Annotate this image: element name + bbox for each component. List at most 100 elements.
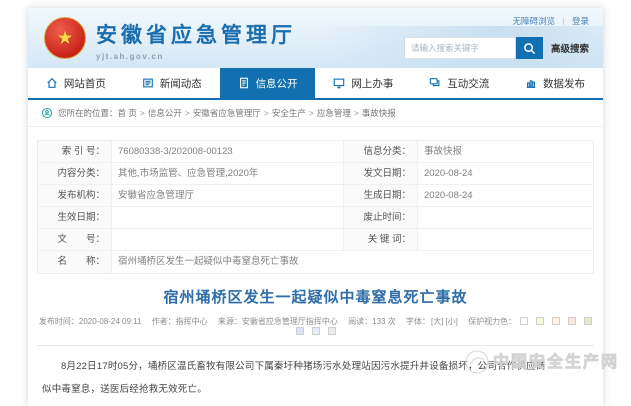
font-smaller-button[interactable]: [小]: [445, 317, 457, 326]
nav-label: 网站首页: [64, 76, 106, 91]
breadcrumb-separator: >: [185, 108, 190, 118]
breadcrumb-separator: >: [140, 108, 145, 118]
content-category-label: 内容分类：: [38, 163, 112, 185]
search-bar: 高级搜索: [404, 37, 589, 59]
table-row: 文 号： 关 键 词：: [38, 229, 593, 251]
nav-item-interaction[interactable]: 互动交流: [411, 68, 507, 98]
publisher-value: 安徽省应急管理厅: [112, 185, 344, 207]
link-separator: |: [562, 16, 564, 26]
nav-label: 数据发布: [543, 76, 585, 91]
breadcrumb-accident-report[interactable]: 事故快报: [362, 107, 396, 119]
home-icon: [46, 77, 58, 89]
content-category-value: 其他,市场监管、应急管理,2020年: [112, 163, 344, 185]
effective-date-value: [112, 207, 344, 229]
expiry-date-label: 废止时间：: [344, 207, 418, 229]
nav-item-info-disclosure[interactable]: 信息公开: [220, 68, 316, 98]
table-row: 生效日期： 废止时间：: [38, 207, 593, 229]
main-nav: 网站首页 新闻动态 信息公开 网上办事 互动交流 数据发布: [28, 68, 603, 100]
eye-color-swatch[interactable]: [552, 317, 560, 325]
nav-label: 互动交流: [447, 76, 489, 91]
body-line-2: 似中毒窒息，送医后经抢救无效死亡。: [42, 378, 589, 401]
interaction-icon: [429, 77, 441, 89]
eye-color-swatch[interactable]: [584, 317, 592, 325]
breadcrumb-info-disclosure[interactable]: 信息公开: [148, 107, 182, 119]
location-icon: [41, 107, 53, 119]
effective-date-label: 生效日期：: [38, 207, 112, 229]
publish-time: 发布时间：2020-08-24 09:11: [39, 317, 142, 326]
breadcrumb-department[interactable]: 安徽省应急管理厅: [193, 107, 261, 119]
breadcrumb-separator: >: [264, 108, 269, 118]
data-release-icon: [525, 77, 537, 89]
generated-date-value: 2020-08-24: [418, 185, 593, 207]
login-link[interactable]: 登录: [572, 16, 589, 26]
info-category-value: 事故快报: [418, 141, 593, 163]
keywords-value: [418, 229, 593, 251]
source: 来源：安徽省应急管理厅指挥中心: [218, 317, 338, 326]
breadcrumb: 您所在的位置： 首 页 > 信息公开 > 安徽省应急管理厅 > 安全生产 > 应…: [28, 100, 603, 127]
document-meta-table: 索 引 号： 76080338-3/202008-00123 信息分类： 事故快…: [37, 140, 594, 274]
eye-color-swatch[interactable]: [328, 327, 336, 335]
advanced-search-link[interactable]: 高级搜索: [551, 41, 589, 55]
nav-label: 网上办事: [351, 76, 393, 91]
table-row: 名 称： 宿州埇桥区发生一起疑似中毒窒息死亡事故: [38, 251, 593, 273]
article-divider: [37, 345, 594, 346]
search-input[interactable]: [404, 37, 516, 59]
table-row: 索 引 号： 76080338-3/202008-00123 信息分类： 事故快…: [38, 141, 593, 163]
breadcrumb-work-safety[interactable]: 安全生产: [272, 107, 306, 119]
national-emblem-logo: ★: [44, 17, 86, 59]
breadcrumb-separator: >: [354, 108, 359, 118]
doc-number-label: 文 号：: [38, 229, 112, 251]
eye-color-swatch[interactable]: [296, 327, 304, 335]
doc-name-value: 宿州埇桥区发生一起疑似中毒窒息死亡事故: [112, 251, 593, 273]
site-url: yjt.ah.gov.cn: [96, 52, 296, 61]
eye-color-swatch[interactable]: [312, 327, 320, 335]
nav-item-news[interactable]: 新闻动态: [124, 68, 220, 98]
breadcrumb-prefix: 您所在的位置：: [58, 107, 118, 119]
expiry-date-value: [418, 207, 593, 229]
index-number-value: 76080338-3/202008-00123: [112, 141, 344, 163]
eye-color-swatch[interactable]: [520, 317, 528, 325]
online-service-icon: [333, 77, 345, 89]
article-meta: 发布时间：2020-08-24 09:11 作者：指挥中心 来源：安徽省应急管理…: [28, 316, 603, 336]
keywords-label: 关 键 词：: [344, 229, 418, 251]
table-row: 发布机构： 安徽省应急管理厅 生成日期： 2020-08-24: [38, 185, 593, 207]
eye-color-swatch[interactable]: [568, 317, 576, 325]
nav-item-online-service[interactable]: 网上办事: [315, 68, 411, 98]
generated-date-label: 生成日期：: [344, 185, 418, 207]
article-body: 8月22日17时05分，埇桥区温氏畜牧有限公司下属秦圩种猪场污水处理站因污水提升…: [28, 355, 603, 401]
nav-item-home[interactable]: 网站首页: [28, 68, 124, 98]
site-container: ★ 安徽省应急管理厅 yjt.ah.gov.cn 无障碍浏览 | 登录 高级搜索: [28, 8, 603, 406]
star-icon: ★: [56, 29, 73, 48]
font-size-label: 字体：: [406, 317, 430, 326]
author: 作者：指挥中心: [152, 317, 208, 326]
page: ★ 安徽省应急管理厅 yjt.ah.gov.cn 无障碍浏览 | 登录 高级搜索: [0, 0, 631, 406]
font-larger-button[interactable]: [大]: [431, 317, 443, 326]
issue-date-label: 发文日期：: [344, 163, 418, 185]
table-row: 内容分类： 其他,市场监管、应急管理,2020年 发文日期： 2020-08-2…: [38, 163, 593, 185]
search-icon: [523, 42, 536, 55]
accessibility-link[interactable]: 无障碍浏览: [513, 16, 556, 26]
search-button[interactable]: [516, 37, 543, 59]
breadcrumb-home[interactable]: 首 页: [118, 107, 137, 119]
site-title: 安徽省应急管理厅: [96, 19, 296, 49]
site-header: ★ 安徽省应急管理厅 yjt.ah.gov.cn 无障碍浏览 | 登录 高级搜索: [28, 8, 603, 68]
breadcrumb-separator: >: [309, 108, 314, 118]
eye-protection-label: 保护视力色：: [468, 317, 516, 326]
body-line-1: 8月22日17时05分，埇桥区温氏畜牧有限公司下属秦圩种猪场污水处理站因污水提升…: [42, 355, 589, 378]
nav-item-data-release[interactable]: 数据发布: [507, 68, 603, 98]
index-number-label: 索 引 号：: [38, 141, 112, 163]
article-title: 宿州埇桥区发生一起疑似中毒窒息死亡事故: [28, 286, 603, 307]
doc-number-value: [112, 229, 344, 251]
site-brand: 安徽省应急管理厅 yjt.ah.gov.cn: [96, 19, 296, 61]
info-disclosure-icon: [238, 77, 250, 89]
news-icon: [142, 77, 154, 89]
eye-color-swatch[interactable]: [536, 317, 544, 325]
breadcrumb-emergency-mgmt[interactable]: 应急管理: [317, 107, 351, 119]
nav-label: 信息公开: [256, 76, 298, 91]
doc-name-label: 名 称：: [38, 251, 112, 273]
issue-date-value: 2020-08-24: [418, 163, 593, 185]
top-links: 无障碍浏览 | 登录: [513, 15, 590, 27]
info-category-label: 信息分类：: [344, 141, 418, 163]
read-count: 阅读：133 次: [348, 317, 396, 326]
nav-label: 新闻动态: [160, 76, 202, 91]
